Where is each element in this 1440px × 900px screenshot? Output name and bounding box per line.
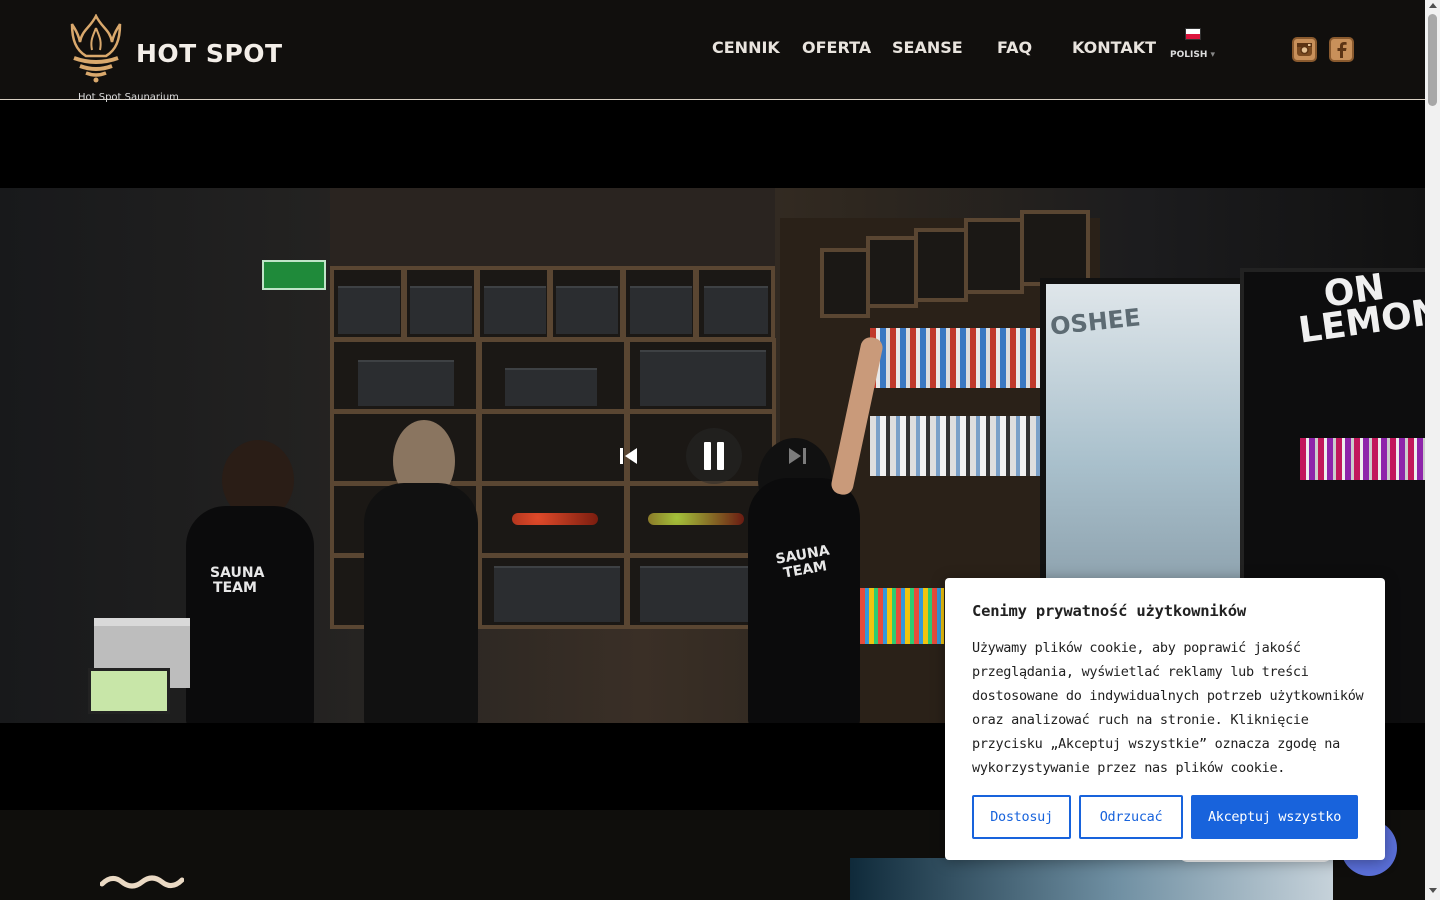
shelf-cubby: [478, 410, 628, 485]
scroll-down-arrow-icon[interactable]: [1429, 888, 1437, 893]
page-scrollbar[interactable]: [1425, 0, 1440, 900]
language-switcher[interactable]: POLISH ▾: [1170, 28, 1218, 60]
flame-logo-icon: [70, 14, 122, 83]
staff-person: [748, 478, 860, 723]
towel-stack: [505, 368, 597, 406]
towel-stack: [410, 286, 472, 334]
cookie-description: Używamy plików cookie, aby poprawić jako…: [972, 640, 1364, 776]
drinks-row: [870, 328, 1060, 388]
scroll-thumb[interactable]: [1428, 14, 1437, 106]
shelf-cubby: [820, 248, 870, 318]
sauna-team-print: SAUNA TEAM: [210, 565, 265, 596]
nav-item-kontakt[interactable]: KONTAKT: [1072, 38, 1156, 57]
drinks-row: [870, 416, 1060, 476]
fruit-bowl: [648, 513, 744, 525]
wave-decoration-icon: [100, 875, 184, 889]
drinks-row: [1300, 438, 1425, 480]
instagram-icon[interactable]: [1292, 37, 1317, 62]
site-header: HOT SPOT CENNIK OFERTA SEANSE FAQ KONTAK…: [0, 0, 1425, 100]
shelf-cubby: [914, 228, 968, 302]
cookie-title: Cenimy prywatność użytkowników: [972, 602, 1246, 620]
poland-flag-icon: [1185, 28, 1201, 40]
pause-icon: [704, 442, 724, 470]
towel-stack: [338, 286, 400, 334]
towel-stack: [358, 360, 454, 406]
shelf-cubby: [964, 218, 1024, 294]
section-image: [850, 858, 1333, 900]
scroll-up-arrow-icon[interactable]: [1429, 3, 1437, 8]
shelf-cubby: [1020, 210, 1090, 286]
towel-stack: [494, 566, 620, 622]
nav-item-cennik[interactable]: CENNIK: [712, 38, 780, 57]
brand-logo[interactable]: HOT SPOT: [68, 14, 283, 84]
staff-person: [186, 506, 314, 723]
next-button[interactable]: [776, 434, 820, 478]
customer-person: [364, 483, 478, 723]
skip-next-icon: [789, 448, 806, 464]
pause-button[interactable]: [686, 428, 742, 484]
fruit-bowl: [512, 513, 598, 525]
pos-screen: [88, 668, 170, 714]
previous-button[interactable]: [606, 434, 650, 478]
towel-stack: [484, 286, 546, 334]
language-name: POLISH: [1170, 50, 1208, 60]
nav-item-oferta[interactable]: OFERTA: [802, 38, 871, 57]
nav-item-seanse[interactable]: SEANSE: [892, 38, 963, 57]
towel-stack: [640, 350, 766, 406]
shelf-cubby: [866, 236, 918, 308]
cabinet: [330, 188, 775, 268]
drinks-row: [860, 588, 944, 644]
nav-item-faq[interactable]: FAQ: [997, 38, 1032, 57]
reject-button[interactable]: Odrzucać: [1079, 795, 1183, 839]
towel-stack: [630, 286, 692, 334]
language-label: POLISH ▾: [1170, 50, 1218, 60]
facebook-icon[interactable]: [1329, 37, 1354, 62]
chevron-down-icon: ▾: [1210, 50, 1216, 60]
exit-sign-icon: [262, 260, 326, 290]
towel-stack: [556, 286, 618, 334]
skip-previous-icon: [620, 448, 637, 464]
brand-name: HOT SPOT: [136, 38, 283, 68]
customize-button[interactable]: Dostosuj: [972, 795, 1071, 839]
breadcrumb: Hot Spot Saunarium: [78, 92, 179, 103]
cookie-consent-dialog: Cenimy prywatność użytkowników Używamy p…: [945, 578, 1385, 860]
accept-all-button[interactable]: Akceptuj wszystko: [1191, 795, 1358, 839]
towel-stack: [704, 286, 768, 334]
